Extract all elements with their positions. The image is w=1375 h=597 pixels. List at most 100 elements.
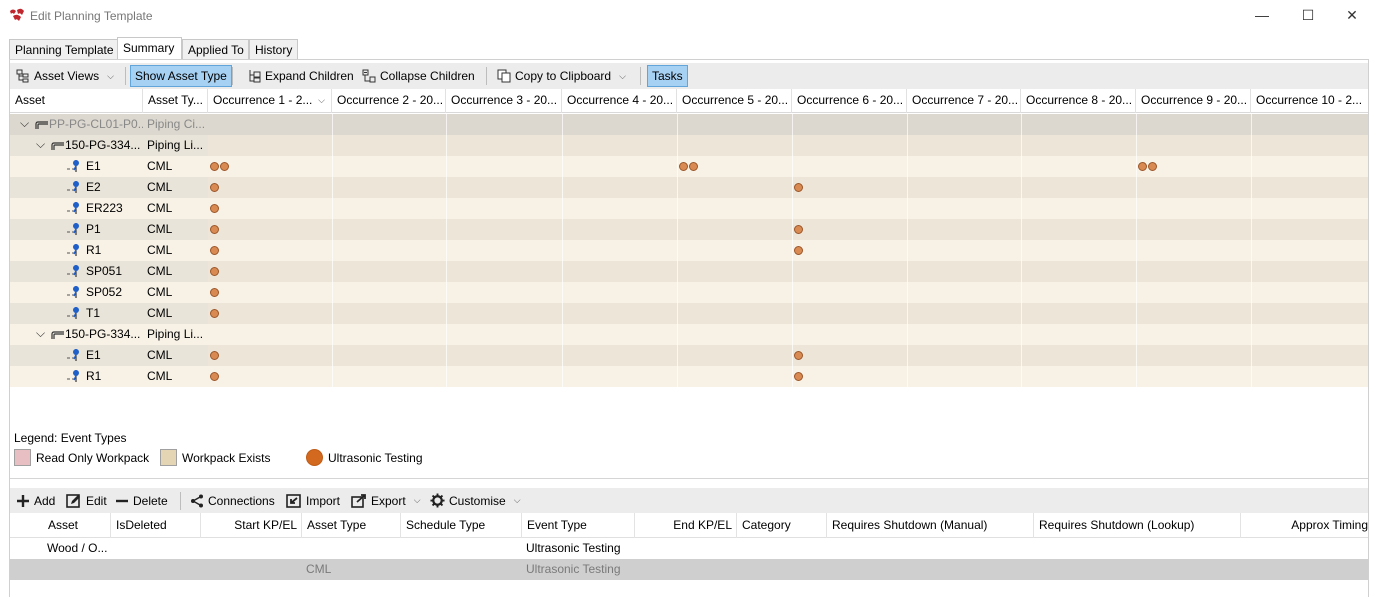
grid-row-line[interactable]: ⌵ 150-PG-334... Piping Li... — [10, 324, 1368, 345]
show-asset-type-toggle[interactable]: Show Asset Type — [130, 65, 232, 87]
asset-views-button[interactable]: Asset Views ⌵ — [16, 63, 114, 89]
column-header-asset[interactable]: Asset — [10, 89, 143, 113]
toolbar-divider — [640, 67, 641, 85]
grid-row-cml[interactable]: SP051 CML — [10, 261, 1368, 282]
grid-row-cml[interactable]: ER223 CML — [10, 198, 1368, 219]
ultrasonic-testing-event[interactable] — [794, 183, 803, 192]
ultrasonic-testing-event[interactable] — [210, 204, 219, 213]
column-divider — [677, 261, 678, 282]
delete-button[interactable]: Delete — [115, 488, 168, 513]
collapse-children-label: Collapse Children — [380, 69, 475, 83]
ultrasonic-testing-event[interactable] — [220, 162, 229, 171]
ultrasonic-testing-event[interactable] — [210, 267, 219, 276]
ultrasonic-testing-event[interactable] — [1148, 162, 1157, 171]
grid-row-cml[interactable]: E1 CML — [10, 156, 1368, 177]
column-divider — [1251, 261, 1252, 282]
ultrasonic-testing-event[interactable] — [210, 351, 219, 360]
column-header-occurrence-9[interactable]: Occurrence 9 - 20... — [1136, 89, 1251, 113]
column-header-occurrence-6[interactable]: Occurrence 6 - 20... — [792, 89, 907, 113]
import-button[interactable]: Import — [286, 488, 340, 513]
column-header-requires-shutdown-lookup[interactable]: Requires Shutdown (Lookup) — [1034, 513, 1241, 538]
gear-icon — [430, 493, 445, 508]
add-button[interactable]: Add — [16, 488, 55, 513]
column-header-occurrence-4[interactable]: Occurrence 4 - 20... — [562, 89, 677, 113]
close-button[interactable]: ✕ — [1329, 0, 1375, 32]
column-header-occurrence-3[interactable]: Occurrence 3 - 20... — [446, 89, 562, 113]
ultrasonic-testing-event[interactable] — [794, 225, 803, 234]
ultrasonic-testing-event[interactable] — [210, 309, 219, 318]
maximize-button[interactable]: ☐ — [1285, 0, 1331, 32]
column-header-occurrence-8[interactable]: Occurrence 8 - 20... — [1021, 89, 1136, 113]
tab-planning-template[interactable]: Planning Template — [9, 39, 118, 59]
grid-row-cml[interactable]: SP052 CML — [10, 282, 1368, 303]
export-button[interactable]: Export ⌵ — [351, 488, 421, 513]
column-divider — [446, 156, 447, 177]
table-row[interactable]: Wood / O... Ultrasonic Testing — [10, 538, 1368, 559]
collapse-children-button[interactable]: Collapse Children — [362, 63, 475, 89]
column-divider — [446, 135, 447, 156]
column-header-end-kp-el[interactable]: End KP/EL — [635, 513, 737, 538]
column-header-requires-shutdown-manual[interactable]: Requires Shutdown (Manual) — [827, 513, 1034, 538]
minimize-button[interactable]: — — [1239, 0, 1285, 32]
cell-asset-type: CML — [147, 348, 173, 362]
ultrasonic-testing-event[interactable] — [210, 288, 219, 297]
column-header-schedule-type[interactable]: Schedule Type — [401, 513, 522, 538]
grid-row-cml[interactable]: P1 CML — [10, 219, 1368, 240]
expand-children-button[interactable]: Expand Children — [247, 63, 354, 89]
expand-chevron-icon[interactable]: ⌵ — [36, 135, 45, 154]
column-divider — [792, 156, 793, 177]
column-header-occurrence-5[interactable]: Occurrence 5 - 20... — [677, 89, 792, 113]
ultrasonic-testing-event[interactable] — [679, 162, 688, 171]
tasks-toggle[interactable]: Tasks — [647, 65, 688, 87]
grid-row-cml[interactable]: R1 CML — [10, 240, 1368, 261]
column-header-occurrence-10[interactable]: Occurrence 10 - 2... — [1251, 89, 1368, 113]
ultrasonic-testing-event[interactable] — [794, 246, 803, 255]
ultrasonic-testing-event[interactable] — [210, 225, 219, 234]
ultrasonic-testing-event[interactable] — [794, 351, 803, 360]
ultrasonic-testing-event[interactable] — [210, 246, 219, 255]
grid-row-cml[interactable]: E2 CML — [10, 177, 1368, 198]
column-header-occurrence-1[interactable]: Occurrence 1 - 2... ⌵ — [208, 89, 332, 113]
column-header-asset-type[interactable]: Asset Ty... — [143, 89, 208, 113]
ultrasonic-testing-event[interactable] — [689, 162, 698, 171]
tab-applied-to[interactable]: Applied To — [182, 39, 249, 59]
column-divider — [792, 324, 793, 345]
column-header-asset[interactable]: Asset — [43, 513, 111, 538]
grid-row-cml[interactable]: T1 CML — [10, 303, 1368, 324]
column-divider — [1021, 156, 1022, 177]
column-header-label: Occurrence 1 - 2... — [213, 93, 313, 107]
column-divider — [1021, 240, 1022, 261]
ultrasonic-testing-event[interactable] — [210, 372, 219, 381]
legend-swatch-read-only — [14, 449, 31, 466]
ultrasonic-testing-event[interactable] — [210, 162, 219, 171]
column-header-asset-type[interactable]: Asset Type — [302, 513, 401, 538]
column-header-is-deleted[interactable]: IsDeleted — [111, 513, 201, 538]
cell-asset-type: CML — [147, 306, 173, 320]
edit-button[interactable]: Edit — [66, 488, 107, 513]
expand-chevron-icon[interactable]: ⌵ — [20, 114, 29, 133]
column-header-approx-timing[interactable]: Approx Timing — [1241, 513, 1368, 538]
grid-row-line[interactable]: ⌵ 150-PG-334... Piping Li... — [10, 135, 1368, 156]
ultrasonic-testing-event[interactable] — [1138, 162, 1147, 171]
tab-history[interactable]: History — [249, 39, 298, 59]
column-divider — [907, 240, 908, 261]
column-header-event-type[interactable]: Event Type — [522, 513, 635, 538]
table-row-selected[interactable]: CML Ultrasonic Testing — [10, 559, 1368, 580]
column-header-occurrence-7[interactable]: Occurrence 7 - 20... — [907, 89, 1021, 113]
cell-asset-type: Piping Li... — [147, 138, 204, 152]
connections-button[interactable]: Connections — [190, 488, 275, 513]
grid-row-root[interactable]: ⌵ PP-PG-CL01-P0... Piping Ci... — [10, 114, 1368, 135]
column-header-start-kp-el[interactable]: Start KP/EL — [201, 513, 302, 538]
column-header-occurrence-2[interactable]: Occurrence 2 - 20... — [332, 89, 446, 113]
expand-chevron-icon[interactable]: ⌵ — [36, 324, 45, 343]
ultrasonic-testing-event[interactable] — [794, 372, 803, 381]
grid-row-cml[interactable]: E1 CML — [10, 345, 1368, 366]
grid-row-cml[interactable]: R1 CML — [10, 366, 1368, 387]
copy-to-clipboard-button[interactable]: Copy to Clipboard ⌵ — [497, 63, 626, 89]
tab-summary[interactable]: Summary — [117, 37, 182, 60]
column-divider — [332, 114, 333, 135]
customise-button[interactable]: Customise ⌵ — [430, 488, 521, 513]
column-divider — [1136, 198, 1137, 219]
column-header-category[interactable]: Category — [737, 513, 827, 538]
ultrasonic-testing-event[interactable] — [210, 183, 219, 192]
